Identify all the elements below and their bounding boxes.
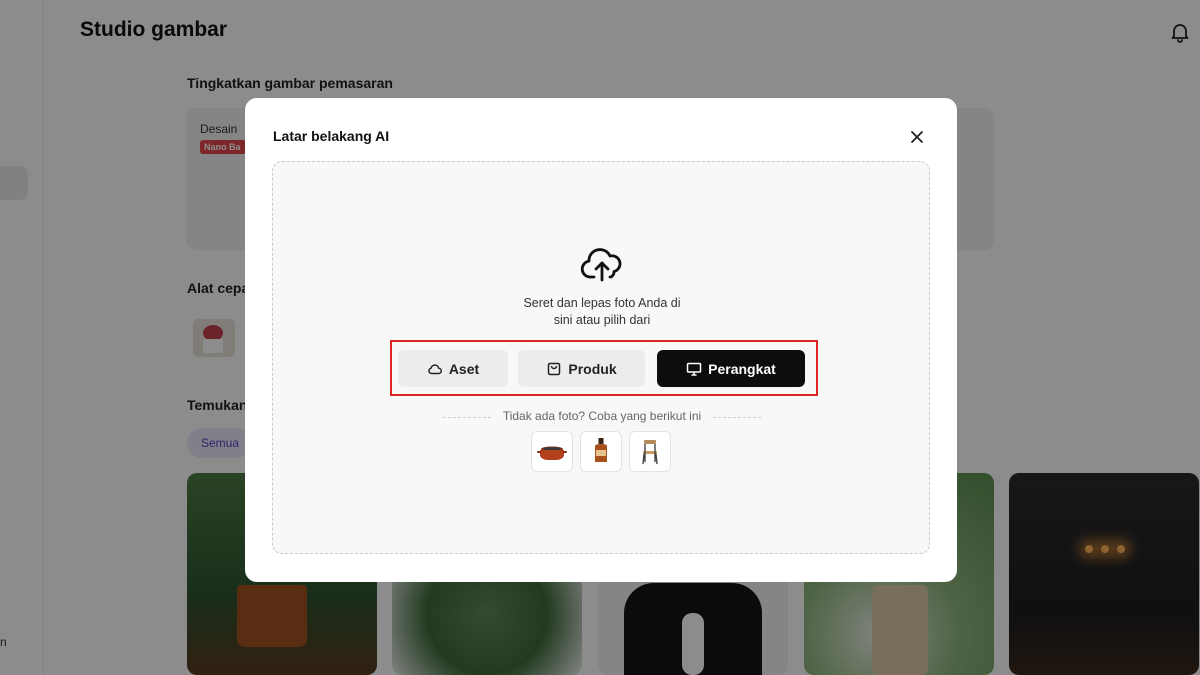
monitor-icon xyxy=(686,362,702,376)
device-button-label: Perangkat xyxy=(708,360,776,377)
assets-button[interactable]: Aset xyxy=(398,350,508,387)
close-icon[interactable] xyxy=(908,128,926,146)
dropzone-text-line1: Seret dan lepas foto Anda di xyxy=(523,296,681,310)
sample-chair-thumbnail[interactable] xyxy=(629,431,671,472)
ai-background-modal: Latar belakang AI Seret dan lepas foto A… xyxy=(245,98,957,582)
assets-button-label: Aset xyxy=(448,360,480,377)
product-bag-icon xyxy=(548,362,561,375)
products-button[interactable]: Produk xyxy=(518,350,645,387)
sample-pot-thumbnail[interactable] xyxy=(531,431,573,472)
products-button-label: Produk xyxy=(568,360,617,377)
upload-dropzone[interactable]: Seret dan lepas foto Anda di sini atau p… xyxy=(272,161,930,554)
sample-bottle-thumbnail[interactable] xyxy=(580,431,622,472)
modal-title: Latar belakang AI xyxy=(273,128,390,144)
cloud-icon xyxy=(428,363,442,374)
bottle-icon xyxy=(595,438,607,462)
dropzone-instructions: Seret dan lepas foto Anda di sini atau p… xyxy=(452,295,752,329)
dropzone-text-line2: sini atau pilih dari xyxy=(553,313,651,327)
pot-icon xyxy=(537,446,567,460)
cloud-upload-icon xyxy=(580,244,624,284)
sample-photos-label: Tidak ada foto? Coba yang berikut ini xyxy=(443,409,761,423)
chair-icon xyxy=(642,440,658,465)
device-button[interactable]: Perangkat xyxy=(657,350,805,387)
